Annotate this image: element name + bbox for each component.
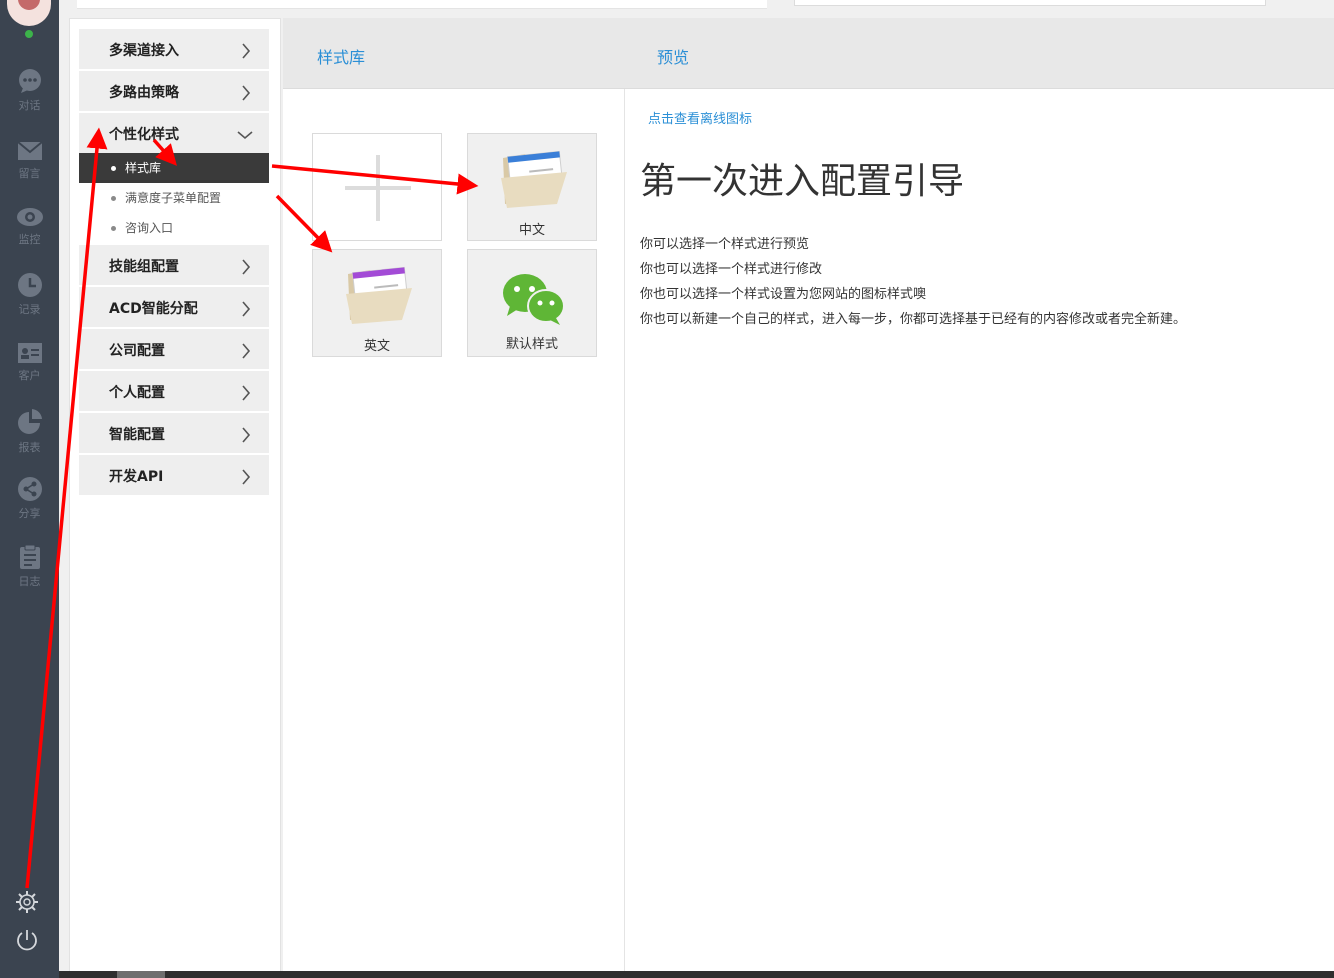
menu-item-label: 多路由策略: [109, 85, 179, 101]
guide-line: 你可以选择一个样式进行预览: [640, 237, 810, 252]
offline-icons-link[interactable]: 点击查看离线图标: [648, 108, 752, 127]
settings-menu: 多渠道接入 多路由策略 个性化样式 样式库 满意度子菜单配置 咨询入口 技能组配…: [79, 29, 269, 497]
nav-reports[interactable]: 报表: [0, 408, 59, 468]
menu-item-skill-group[interactable]: 技能组配置: [79, 245, 269, 285]
menu-item-company[interactable]: 公司配置: [79, 329, 269, 369]
add-plus-icon: [345, 155, 411, 221]
guide-heading: 第一次进入配置引导: [640, 161, 965, 202]
folder-purple-icon: [346, 266, 412, 324]
avatar-hair: [18, 0, 40, 10]
wechat-icon: [503, 274, 565, 325]
menu-item-personalized-style[interactable]: 个性化样式: [79, 113, 269, 153]
scrollbar-thumb[interactable]: [117, 971, 165, 978]
share-icon: [17, 477, 42, 501]
style-tile-english[interactable]: 英文: [312, 249, 442, 357]
nav-messages[interactable]: 留言: [0, 140, 59, 200]
user-avatar[interactable]: [7, 0, 51, 26]
preview-title: 预览: [657, 48, 690, 67]
style-tile-label: 中文: [518, 223, 545, 238]
style-tile-default[interactable]: 默认样式: [467, 249, 597, 357]
power-icon: [17, 930, 37, 951]
nav-logs-label: 日志: [18, 575, 41, 588]
top-search-field[interactable]: [794, 0, 1266, 6]
nav-monitor-label: 监控: [18, 233, 41, 246]
clipboard-icon: [19, 544, 40, 569]
chevron-right-icon: [242, 301, 251, 317]
add-style-tile[interactable]: [312, 133, 442, 241]
top-bar: [59, 0, 1334, 10]
nav-chat[interactable]: 对话: [0, 68, 59, 128]
nav-customers[interactable]: 客户: [0, 342, 59, 402]
nav-chat-label: 对话: [18, 99, 41, 112]
submenu-item-style-library[interactable]: 样式库: [79, 153, 269, 183]
nav-share[interactable]: 分享: [0, 476, 59, 536]
style-tile-label: 默认样式: [505, 337, 558, 352]
style-tile-chinese[interactable]: 中文: [467, 133, 597, 241]
nav-monitor[interactable]: 监控: [0, 206, 59, 266]
menu-item-label: 公司配置: [109, 343, 165, 359]
chevron-right-icon: [242, 43, 251, 59]
menu-item-label: 个性化样式: [109, 127, 179, 143]
menu-item-label: 开发API: [109, 469, 164, 485]
nav-share-label: 分享: [18, 507, 41, 520]
bottom-scrollbar[interactable]: [59, 971, 1334, 978]
menu-item-label: 智能配置: [109, 427, 165, 443]
preview-header: 预览: [625, 18, 1334, 89]
menu-item-smart[interactable]: 智能配置: [79, 413, 269, 453]
guide-line: 你也可以选择一个样式进行修改: [640, 262, 823, 277]
menu-item-developer-api[interactable]: 开发API: [79, 455, 269, 495]
folder-blue-icon: [501, 150, 567, 208]
menu-item-label: 多渠道接入: [109, 43, 179, 59]
menu-item-routing[interactable]: 多路由策略: [79, 71, 269, 111]
gear-icon: [16, 891, 38, 913]
submenu-item-label: 样式库: [125, 161, 162, 175]
top-bar-strip: [77, 0, 767, 9]
submenu-item-consult-entry[interactable]: 咨询入口: [79, 213, 269, 243]
guide-line: 你也可以选择一个样式设置为您网站的图标样式噢: [640, 287, 927, 302]
logout-button[interactable]: [14, 927, 40, 953]
menu-item-label: 个人配置: [109, 385, 165, 401]
preview-panel: 预览 点击查看离线图标 第一次进入配置引导 你可以选择一个样式进行预览 你也可以…: [625, 18, 1334, 973]
nav-reports-label: 报表: [18, 441, 41, 454]
submenu-item-label: 满意度子菜单配置: [125, 191, 222, 205]
envelope-icon: [16, 141, 43, 160]
style-library-header: 样式库: [283, 18, 625, 89]
menu-item-label: ACD智能分配: [109, 301, 198, 317]
online-status-dot: [23, 28, 35, 40]
menu-item-personal[interactable]: 个人配置: [79, 371, 269, 411]
nav-records[interactable]: 记录: [0, 272, 59, 332]
nav-records-label: 记录: [18, 303, 41, 316]
menu-item-multichannel[interactable]: 多渠道接入: [79, 29, 269, 69]
pie-chart-icon: [17, 409, 42, 434]
chevron-right-icon: [242, 385, 251, 401]
clock-icon: [17, 273, 42, 297]
left-nav-rail: 对话 留言 监控 记录 客户 报表 分享 日志: [0, 0, 59, 978]
submenu-item-satisfaction[interactable]: 满意度子菜单配置: [79, 183, 269, 213]
chat-bubble-icon: [18, 69, 41, 93]
guide-text: 你可以选择一个样式进行预览 你也可以选择一个样式进行修改 你也可以选择一个样式设…: [640, 232, 1186, 332]
eye-icon: [16, 208, 43, 226]
menu-item-label: 技能组配置: [109, 259, 179, 275]
chevron-right-icon: [242, 343, 251, 359]
chevron-right-icon: [242, 259, 251, 275]
submenu-item-label: 咨询入口: [125, 221, 174, 235]
settings-gear-button[interactable]: [14, 889, 40, 915]
chevron-right-icon: [242, 85, 251, 101]
nav-customers-label: 客户: [18, 369, 41, 382]
style-library-title: 样式库: [317, 48, 366, 67]
nav-logs[interactable]: 日志: [0, 544, 59, 604]
style-tile-label: 英文: [363, 339, 390, 354]
nav-messages-label: 留言: [18, 167, 41, 180]
style-library-panel: 样式库 中文 英文 默认样式: [283, 18, 625, 973]
chevron-down-icon: [237, 131, 253, 140]
chevron-right-icon: [242, 469, 251, 485]
contact-card-icon: [17, 343, 42, 363]
chevron-right-icon: [242, 427, 251, 443]
menu-item-acd[interactable]: ACD智能分配: [79, 287, 269, 327]
guide-line: 你也可以新建一个自己的样式，进入每一步，你都可选择基于已经有的内容修改或者完全新…: [640, 312, 1187, 327]
